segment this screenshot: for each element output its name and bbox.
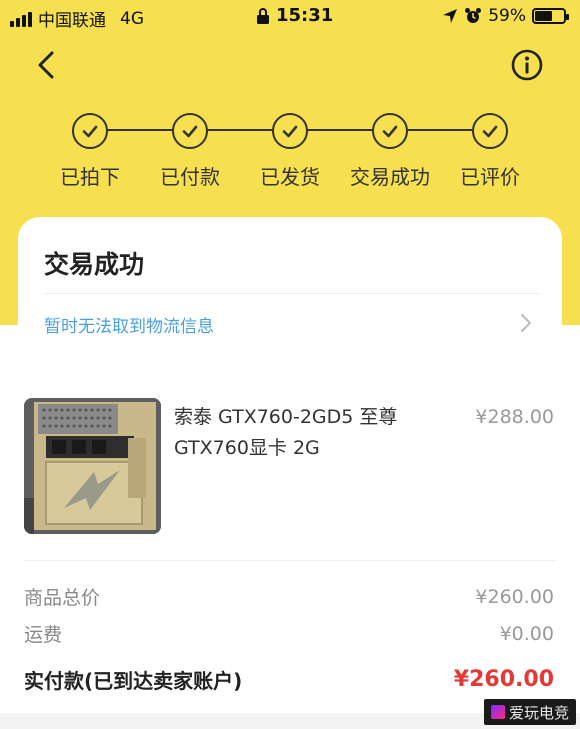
paid-amount-row: 实付款(已到达卖家账户) ¥260.00	[24, 665, 554, 694]
goods-total-row: 商品总价 ¥260.00	[24, 583, 554, 610]
carrier-label: 中国联通	[38, 11, 106, 31]
alarm-icon	[465, 8, 482, 23]
step-check-icon	[72, 113, 108, 149]
progress-step: 已评价	[440, 113, 540, 190]
watermark-text: 爱玩电竞	[508, 703, 569, 722]
signal-icon	[10, 11, 32, 27]
back-button[interactable]	[30, 48, 64, 82]
product-price: ¥288.00	[475, 406, 554, 428]
info-circle-icon	[511, 49, 543, 81]
location-arrow-icon	[443, 9, 458, 23]
status-left: 中国联通 4G	[10, 6, 144, 31]
step-label: 已评价	[460, 165, 520, 189]
step-label: 已付款	[160, 165, 220, 189]
progress-step: 已拍下	[40, 113, 140, 190]
product-image[interactable]	[24, 398, 161, 534]
status-right: 59%	[442, 6, 569, 26]
progress-step: 已发货	[240, 113, 340, 190]
step-label: 交易成功	[350, 165, 430, 189]
shipping-value: ¥0.00	[499, 622, 554, 645]
paid-amount-label: 实付款(已到达卖家账户)	[24, 669, 243, 693]
step-label: 已发货	[260, 165, 320, 189]
paid-amount-value: ¥260.00	[453, 667, 554, 692]
step-check-icon	[172, 113, 208, 149]
progress-step: 已付款	[140, 113, 240, 190]
logistics-info-link[interactable]: 暂时无法取到物流信息	[44, 312, 214, 337]
shipping-label: 运费	[24, 624, 63, 646]
card-divider	[44, 293, 540, 294]
order-status-card: 交易成功 暂时无法取到物流信息	[18, 217, 562, 361]
step-check-icon	[372, 113, 408, 149]
watermark-logo-icon	[490, 705, 505, 719]
graphics-card-image	[24, 398, 161, 534]
chevron-left-icon	[38, 51, 54, 79]
product-name[interactable]: 索泰 GTX760-2GD5 至尊 GTX760显卡 2G	[174, 402, 434, 464]
status-time: 15:31	[256, 5, 333, 26]
info-button[interactable]	[510, 48, 544, 82]
time-label: 15:31	[276, 5, 334, 26]
goods-total-label: 商品总价	[24, 587, 101, 609]
goods-total-value: ¥260.00	[475, 585, 554, 608]
network-label: 4G	[120, 8, 144, 29]
order-status-title: 交易成功	[44, 250, 145, 279]
step-label: 已拍下	[60, 165, 120, 189]
section-divider	[24, 560, 556, 561]
step-check-icon	[472, 113, 508, 149]
battery-fill	[535, 11, 552, 21]
chevron-right-icon[interactable]	[518, 312, 534, 334]
step-check-icon	[272, 113, 308, 149]
battery-icon	[532, 8, 569, 24]
status-bar: 中国联通 4G 15:31 59%	[0, 0, 580, 34]
progress-step: 交易成功	[340, 113, 440, 190]
lock-icon	[257, 7, 269, 24]
battery-percent: 59%	[488, 6, 526, 26]
shipping-row: 运费 ¥0.00	[24, 620, 554, 647]
site-watermark: 爱玩电竞	[484, 699, 576, 725]
